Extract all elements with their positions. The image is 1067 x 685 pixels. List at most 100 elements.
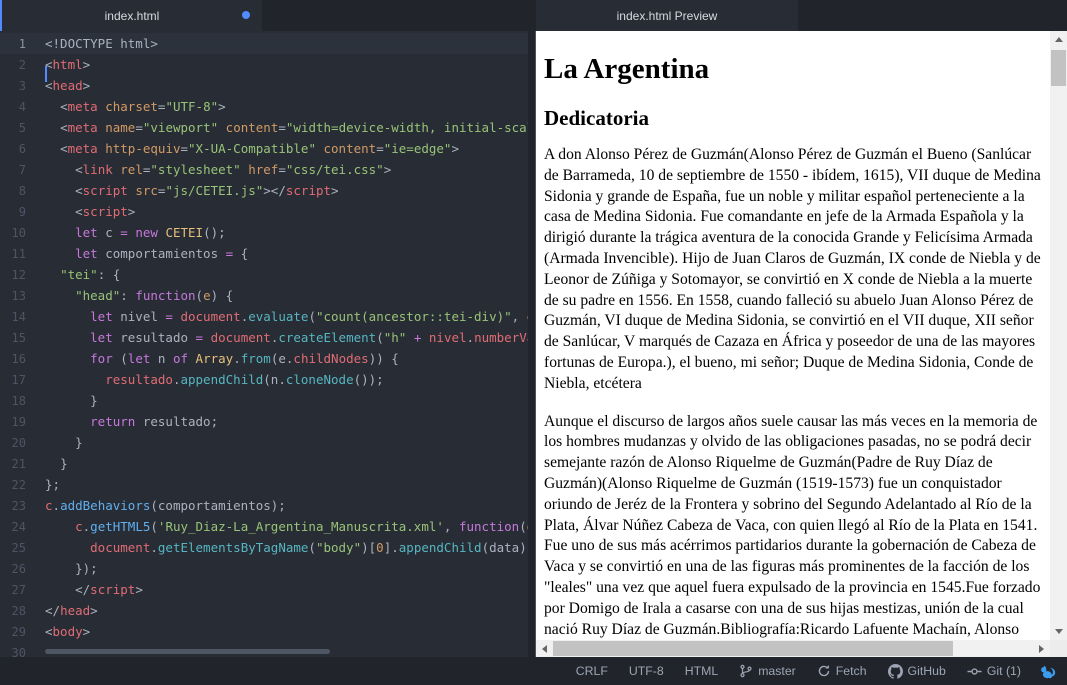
line-number: 24	[0, 520, 45, 534]
code-line[interactable]: 1<!DOCTYPE html>	[0, 33, 536, 54]
scrollbar-corner	[1050, 640, 1067, 657]
horizontal-scroll-thumb[interactable]	[553, 641, 953, 656]
code-line[interactable]: 18 }	[0, 390, 536, 411]
code-line[interactable]: 25 document.getElementsByTagName("body")…	[0, 537, 536, 558]
code-text: <html>	[45, 57, 536, 72]
line-number: 13	[0, 289, 45, 303]
preview-tab-bar: index.html Preview	[536, 0, 1067, 31]
code-text: return resultado;	[45, 414, 536, 429]
modified-dot-icon[interactable]	[242, 11, 250, 19]
git-changes-indicator[interactable]: Git (1)	[967, 664, 1021, 679]
tab-index-html-preview[interactable]: index.html Preview	[536, 0, 798, 31]
arrow-right-icon	[1039, 645, 1044, 653]
code-line[interactable]: 20 }	[0, 432, 536, 453]
git-fetch-button[interactable]: Fetch	[817, 664, 867, 678]
code-line[interactable]: 11 let comportamientos = {	[0, 243, 536, 264]
line-number: 9	[0, 205, 45, 219]
code-text: let comportamientos = {	[45, 246, 536, 261]
code-line[interactable]: 9 <script>	[0, 201, 536, 222]
code-line[interactable]: 13 "head": function(e) {	[0, 285, 536, 306]
preview-heading: Dedicatoria	[544, 106, 1042, 131]
language-indicator[interactable]: HTML	[685, 664, 718, 678]
preview-content: La Argentina Dedicatoria A don Alonso Pé…	[536, 31, 1050, 640]
code-line[interactable]: 24 c.getHTML5('Ruy_Diaz-La_Argentina_Man…	[0, 516, 536, 537]
line-number: 19	[0, 415, 45, 429]
code-line[interactable]: 2<html>	[0, 54, 536, 75]
git-branch-indicator[interactable]: master	[739, 664, 796, 678]
scroll-right-button[interactable]	[1033, 640, 1050, 657]
code-line[interactable]: 8 <script src="js/CETEI.js"></script>	[0, 180, 536, 201]
code-line[interactable]: 10 let c = new CETEI();	[0, 222, 536, 243]
line-number: 20	[0, 436, 45, 450]
line-number: 6	[0, 142, 45, 156]
line-ending-indicator[interactable]: CRLF	[576, 664, 608, 678]
code-lines: 1<!DOCTYPE html>2<html>3<head>4 <meta ch…	[0, 33, 536, 657]
preview-vertical-scrollbar[interactable]	[1050, 31, 1067, 640]
preview-title: La Argentina	[544, 53, 1042, 86]
encoding-indicator[interactable]: UTF-8	[629, 664, 664, 678]
code-line[interactable]: 15 let resultado = document.createElemen…	[0, 327, 536, 348]
arrow-up-icon	[1055, 37, 1063, 42]
code-line[interactable]: 7 <link rel="stylesheet" href="css/tei.c…	[0, 159, 536, 180]
github-button[interactable]: GitHub	[888, 664, 946, 679]
line-number: 16	[0, 352, 45, 366]
line-number: 8	[0, 184, 45, 198]
line-number: 26	[0, 562, 45, 576]
app-window: index.html 1<!DOCTYPE html>2<html>3<head…	[0, 0, 1067, 685]
code-line[interactable]: 29<body>	[0, 621, 536, 642]
scroll-left-button[interactable]	[536, 640, 553, 657]
line-number: 7	[0, 163, 45, 177]
code-text: <meta http-equiv="X-UA-Compatible" conte…	[45, 141, 536, 156]
squirrel-package-button[interactable]	[1039, 663, 1057, 680]
code-line[interactable]: 3<head>	[0, 75, 536, 96]
status-bar: CRLF UTF-8 HTML master Fetch GitHub	[0, 657, 1067, 685]
code-text: </script>	[45, 582, 536, 597]
code-line[interactable]: 17 resultado.appendChild(n.cloneNode());	[0, 369, 536, 390]
preview-paragraph: Aunque el discurso de largos años suele …	[544, 412, 1042, 640]
vertical-scroll-thumb[interactable]	[1051, 50, 1066, 86]
preview-paragraph: A don Alonso Pérez de Guzmán(Alonso Pére…	[544, 145, 1042, 395]
scroll-down-button[interactable]	[1050, 623, 1067, 640]
code-text: document.getElementsByTagName("body")[0]…	[45, 540, 536, 555]
html-preview: La Argentina Dedicatoria A don Alonso Pé…	[536, 31, 1067, 657]
code-line[interactable]: 4 <meta charset="UTF-8">	[0, 96, 536, 117]
code-line[interactable]: 26 });	[0, 558, 536, 579]
tab-index-html[interactable]: index.html	[2, 0, 262, 31]
code-line[interactable]: 28</head>	[0, 600, 536, 621]
code-text: <meta charset="UTF-8">	[45, 99, 536, 114]
scroll-up-button[interactable]	[1050, 31, 1067, 48]
code-text: "tei": {	[45, 267, 536, 282]
editor-scrollbar-track[interactable]	[528, 31, 536, 657]
line-number: 2	[0, 58, 45, 72]
preview-horizontal-scrollbar[interactable]	[536, 640, 1050, 657]
code-text: <head>	[45, 78, 536, 93]
code-line[interactable]: 14 let nivel = document.evaluate("count(…	[0, 306, 536, 327]
editor-pane: index.html 1<!DOCTYPE html>2<html>3<head…	[0, 0, 536, 657]
code-line[interactable]: 6 <meta http-equiv="X-UA-Compatible" con…	[0, 138, 536, 159]
git-branch-icon	[739, 664, 753, 678]
code-text: let resultado = document.createElement("…	[45, 330, 536, 345]
code-line[interactable]: 16 for (let n of Array.from(e.childNodes…	[0, 348, 536, 369]
code-line[interactable]: 22};	[0, 474, 536, 495]
code-line[interactable]: 5 <meta name="viewport" content="width=d…	[0, 117, 536, 138]
editor-horizontal-scrollbar[interactable]	[45, 649, 330, 654]
code-line[interactable]: 19 return resultado;	[0, 411, 536, 432]
code-editor[interactable]: 1<!DOCTYPE html>2<html>3<head>4 <meta ch…	[0, 31, 536, 657]
text-cursor	[45, 66, 47, 82]
tab-label: index.html	[105, 9, 160, 23]
code-text: }	[45, 435, 536, 450]
code-text: });	[45, 561, 536, 576]
editor-tab-bar: index.html	[0, 0, 536, 31]
code-line[interactable]: 27 </script>	[0, 579, 536, 600]
code-line[interactable]: 23c.addBehaviors(comportamientos);	[0, 495, 536, 516]
code-line[interactable]: 12 "tei": {	[0, 264, 536, 285]
code-text: };	[45, 477, 536, 492]
line-number: 5	[0, 121, 45, 135]
code-text: <body>	[45, 624, 536, 639]
code-text: }	[45, 456, 536, 471]
line-number: 27	[0, 583, 45, 597]
main-area: index.html 1<!DOCTYPE html>2<html>3<head…	[0, 0, 1067, 657]
arrow-down-icon	[1055, 629, 1063, 634]
code-line[interactable]: 21 }	[0, 453, 536, 474]
line-number: 21	[0, 457, 45, 471]
